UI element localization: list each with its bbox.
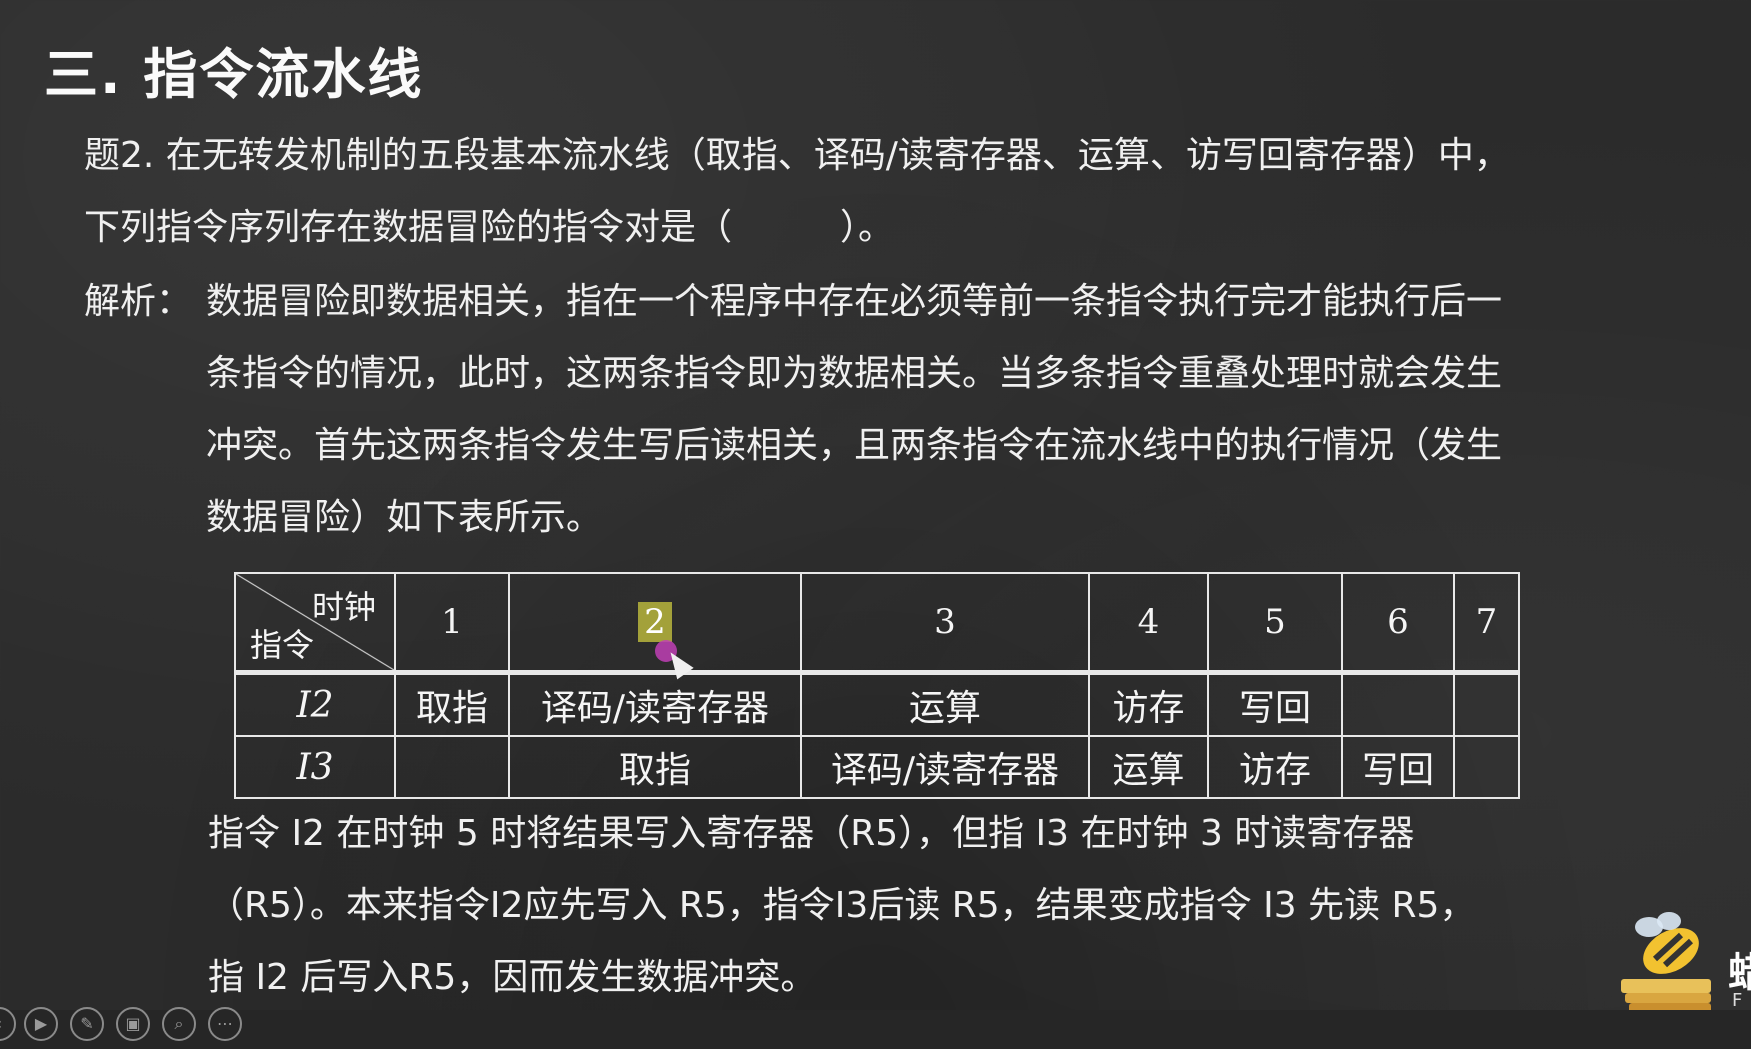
clock-header: 5 — [1207, 572, 1343, 674]
instr-label: I3 — [234, 735, 396, 799]
stage-cell: 取指 — [508, 735, 802, 799]
more-icon[interactable]: ⋯ — [208, 1007, 242, 1041]
stage-cell — [1453, 671, 1520, 737]
back-icon[interactable]: ‹ — [0, 1007, 16, 1041]
stage-cell — [1453, 735, 1520, 799]
pen-icon[interactable]: ✎ — [70, 1007, 104, 1041]
stage-cell: 运算 — [1088, 735, 1209, 799]
stage-cell: 访存 — [1207, 735, 1343, 799]
analysis-line-2: 条指令的情况，此时，这两条指令即为数据相关。当多条指令重叠处理时就会发生 — [206, 353, 1503, 394]
stage-cell — [1341, 671, 1455, 737]
stage-cell — [394, 735, 510, 799]
slides-icon[interactable]: ▣ — [116, 1007, 150, 1041]
logo-subtext: F — [1732, 990, 1743, 1011]
play-icon[interactable]: ▶ — [24, 1007, 58, 1041]
table-row-i3: I3 取指 译码/读寄存器 运算 访存 写回 — [234, 735, 1520, 799]
clock-header-highlighted: 2 — [508, 572, 802, 674]
clock-header: 4 — [1088, 572, 1209, 674]
analysis-line-1: 数据冒险即数据相关，指在一个程序中存在必须等前一条指令执行完才能执行后一 — [206, 281, 1503, 322]
clock-header: 3 — [800, 572, 1090, 674]
clock-header: 7 — [1453, 572, 1520, 674]
stage-cell: 写回 — [1341, 735, 1455, 799]
stage-cell: 运算 — [800, 671, 1090, 737]
question-line-2: 下列指令序列存在数据冒险的指令对是（ ）。 — [84, 207, 895, 248]
table-row-i2: I2 取指 译码/读寄存器 运算 访存 写回 — [234, 671, 1520, 737]
zoom-icon[interactable]: ⌕ — [162, 1007, 196, 1041]
corner-label-instruction: 指令 — [250, 626, 315, 664]
slideshow-toolbar: ‹ ▶ ✎ ▣ ⌕ ⋯ — [0, 1003, 280, 1045]
slide: 三. 指令流水线 题2. 在无转发机制的五段基本流水线（取指、译码/读寄存器、运… — [0, 0, 1751, 1010]
stage-cell: 译码/读寄存器 — [508, 671, 802, 737]
explanation-line-3: 指 I2 后写入R5，因而发生数据冲突。 — [208, 957, 817, 998]
stage-cell: 取指 — [394, 671, 510, 737]
table-corner-cell: 时钟 指令 — [234, 572, 396, 674]
slide-title: 三. 指令流水线 — [44, 43, 424, 106]
explanation-line-2: （R5）。本来指令I2应先写入 R5，指令I3后读 R5，结果变成指令 I3 先… — [208, 885, 1476, 926]
stage-cell: 访存 — [1088, 671, 1209, 737]
stage-cell: 写回 — [1207, 671, 1343, 737]
clock-header: 6 — [1341, 572, 1455, 674]
pipeline-table: 时钟 指令 1 2 3 4 5 6 7 I2 取指 译码/读寄存器 运算 访存 … — [234, 572, 1520, 799]
table-header-row: 时钟 指令 1 2 3 4 5 6 7 — [234, 572, 1520, 674]
explanation-line-1: 指令 I2 在时钟 5 时将结果写入寄存器（R5），但指 I3 在时钟 3 时读… — [208, 813, 1415, 854]
clock-header: 1 — [394, 572, 510, 674]
analysis-line-4: 数据冒险）如下表所示。 — [206, 497, 603, 538]
bee-logo-icon — [1611, 899, 1731, 1019]
instr-label: I2 — [234, 671, 396, 737]
analysis-line-3: 冲突。首先这两条指令发生写后读相关，且两条指令在流水线中的执行情况（发生 — [206, 425, 1503, 466]
highlight-mark: 2 — [638, 602, 672, 642]
stage-cell: 译码/读寄存器 — [800, 735, 1090, 799]
corner-label-clock: 时钟 — [311, 588, 376, 626]
analysis-label: 解析： — [84, 281, 193, 322]
question-line-1: 题2. 在无转发机制的五段基本流水线（取指、译码/读寄存器、运算、访写回寄存器）… — [84, 135, 1510, 176]
